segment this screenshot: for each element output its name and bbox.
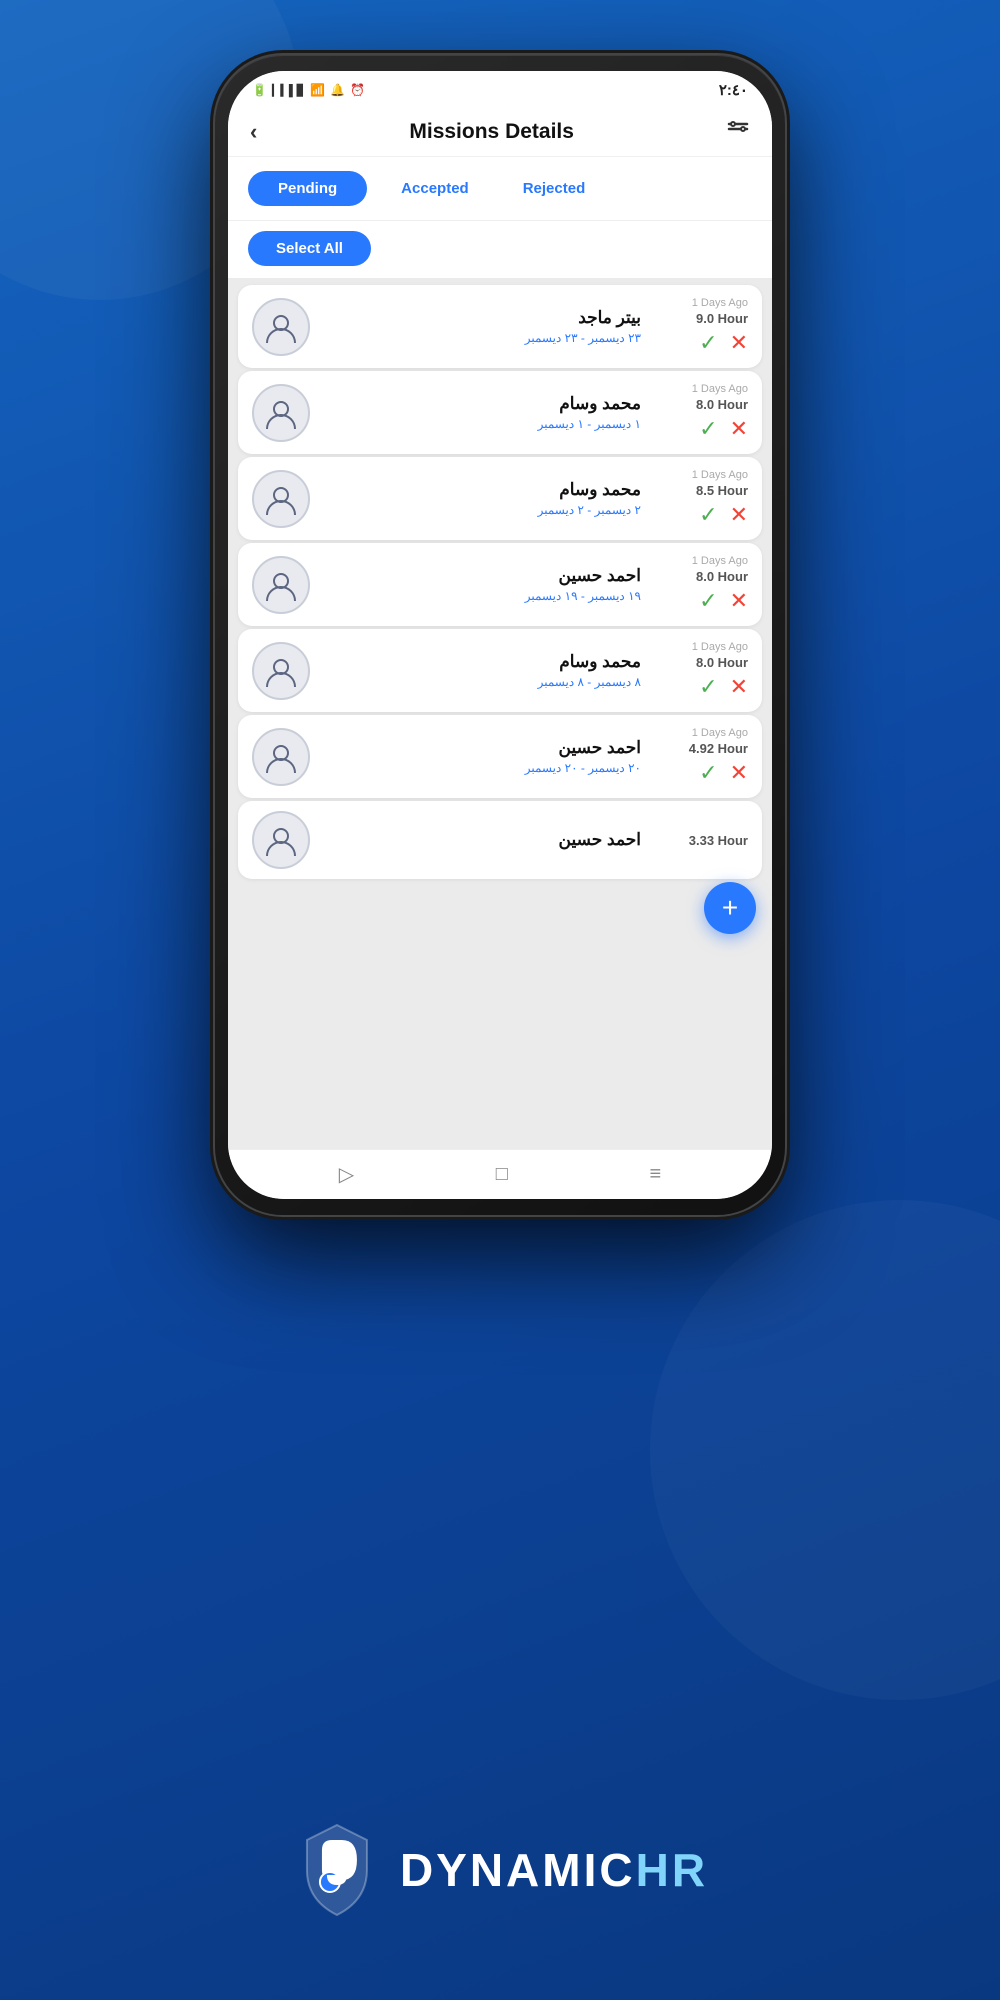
avatar [252,384,310,442]
nav-play-icon[interactable]: ▷ [339,1162,354,1187]
avatar [252,811,310,869]
item-name: محمد وسام [322,394,641,414]
item-date: ٢ ديسمبر - ٢ ديسمبر [322,503,641,517]
avatar [252,470,310,528]
item-info: محمد وسام ٨ ديسمبر - ٨ ديسمبر [322,652,641,689]
reject-button[interactable]: ✕ [730,760,748,786]
fab-button[interactable]: + [704,882,756,934]
accept-button[interactable]: ✓ [699,416,717,442]
accept-button[interactable]: ✓ [699,330,717,356]
tab-accepted[interactable]: Accepted [381,171,489,206]
status-icons: 🔋 ▎▍▌▊ 📶 🔔 ⏰ [252,83,365,97]
tabs-row: Pending Accepted Rejected [228,157,772,221]
list-item: محمد وسام ٨ ديسمبر - ٨ ديسمبر 1 Days Ago… [238,629,762,712]
back-button[interactable]: ‹ [250,119,257,145]
item-hours: 8.0 Hour [696,569,748,584]
item-meta: 1 Days Ago 8.0 Hour ✓ ✕ [653,555,748,614]
tab-rejected[interactable]: Rejected [503,171,606,206]
item-hours: 3.33 Hour [689,833,748,848]
list-item: احمد حسين 3.33 Hour [238,801,762,879]
status-time: ٢:٤٠ [719,81,748,99]
item-meta: 1 Days Ago 8.0 Hour ✓ ✕ [653,641,748,700]
app-header: ‹ Missions Details [228,105,772,157]
item-actions: ✓ ✕ [699,760,748,786]
item-meta: 1 Days Ago 8.0 Hour ✓ ✕ [653,383,748,442]
reject-button[interactable]: ✕ [730,502,748,528]
item-name: احمد حسين [322,830,641,850]
item-time-ago: 1 Days Ago [692,297,748,309]
filter-button[interactable] [726,117,750,146]
reject-button[interactable]: ✕ [730,588,748,614]
avatar [252,556,310,614]
nav-menu-icon[interactable]: ≡ [650,1163,662,1186]
bottom-nav: ▷ □ ≡ [228,1149,772,1199]
item-actions: ✓ ✕ [699,330,748,356]
status-bar: 🔋 ▎▍▌▊ 📶 🔔 ⏰ ٢:٤٠ [228,71,772,105]
item-meta: 1 Days Ago 8.5 Hour ✓ ✕ [653,469,748,528]
reject-button[interactable]: ✕ [730,416,748,442]
list-item: محمد وسام ١ ديسمبر - ١ ديسمبر 1 Days Ago… [238,371,762,454]
item-time-ago: 1 Days Ago [692,383,748,395]
item-actions: ✓ ✕ [699,674,748,700]
select-all-row: Select All [228,221,772,278]
list-item: احمد حسين ١٩ ديسمبر - ١٩ ديسمبر 1 Days A… [238,543,762,626]
item-hours: 4.92 Hour [689,741,748,756]
item-info: احمد حسين ١٩ ديسمبر - ١٩ ديسمبر [322,566,641,603]
reject-button[interactable]: ✕ [730,674,748,700]
tab-pending[interactable]: Pending [248,171,367,206]
avatar [252,298,310,356]
item-meta: 3.33 Hour [653,833,748,848]
alarm-icon: ⏰ [350,83,365,97]
nav-home-icon[interactable]: □ [496,1163,508,1186]
select-all-button[interactable]: Select All [248,231,371,266]
accept-button[interactable]: ✓ [699,502,717,528]
item-date: ٢٠ ديسمبر - ٢٠ ديسمبر [322,761,641,775]
item-info: محمد وسام ١ ديسمبر - ١ ديسمبر [322,394,641,431]
item-date: ٢٣ ديسمبر - ٢٣ ديسمبر [322,331,641,345]
list-item: احمد حسين ٢٠ ديسمبر - ٢٠ ديسمبر 1 Days A… [238,715,762,798]
list-item: بيتر ماجد ٢٣ ديسمبر - ٢٣ ديسمبر 1 Days A… [238,285,762,368]
page-title: Missions Details [409,120,574,144]
item-meta: 1 Days Ago 4.92 Hour ✓ ✕ [653,727,748,786]
missions-list: بيتر ماجد ٢٣ ديسمبر - ٢٣ ديسمبر 1 Days A… [228,278,772,1149]
accept-button[interactable]: ✓ [699,588,717,614]
avatar [252,728,310,786]
list-item: محمد وسام ٢ ديسمبر - ٢ ديسمبر 1 Days Ago… [238,457,762,540]
accept-button[interactable]: ✓ [699,674,717,700]
item-name: احمد حسين [322,738,641,758]
item-actions: ✓ ✕ [699,502,748,528]
item-hours: 8.0 Hour [696,397,748,412]
item-hours: 8.5 Hour [696,483,748,498]
item-info: محمد وسام ٢ ديسمبر - ٢ ديسمبر [322,480,641,517]
accept-button[interactable]: ✓ [699,760,717,786]
item-info: بيتر ماجد ٢٣ ديسمبر - ٢٣ ديسمبر [322,308,641,345]
logo-icon [292,1820,382,1920]
item-info: احمد حسين ٢٠ ديسمبر - ٢٠ ديسمبر [322,738,641,775]
battery-icon: 🔋 [252,83,267,97]
item-hours: 9.0 Hour [696,311,748,326]
notification-icon: 🔔 [330,83,345,97]
signal-icon: ▎▍▌▊ [272,84,305,97]
item-actions: ✓ ✕ [699,588,748,614]
item-name: احمد حسين [322,566,641,586]
item-meta: 1 Days Ago 9.0 Hour ✓ ✕ [653,297,748,356]
item-name: محمد وسام [322,652,641,672]
item-date: ١ ديسمبر - ١ ديسمبر [322,417,641,431]
item-actions: ✓ ✕ [699,416,748,442]
item-hours: 8.0 Hour [696,655,748,670]
item-name: بيتر ماجد [322,308,641,328]
avatar [252,642,310,700]
item-info: احمد حسين [322,830,641,850]
item-time-ago: 1 Days Ago [692,469,748,481]
item-name: محمد وسام [322,480,641,500]
item-date: ٨ ديسمبر - ٨ ديسمبر [322,675,641,689]
item-time-ago: 1 Days Ago [692,641,748,653]
item-time-ago: 1 Days Ago [692,555,748,567]
item-date: ١٩ ديسمبر - ١٩ ديسمبر [322,589,641,603]
logo-text: DYNAMICHR [400,1843,708,1897]
reject-button[interactable]: ✕ [730,330,748,356]
item-time-ago: 1 Days Ago [692,727,748,739]
wifi-icon: 📶 [310,83,325,97]
logo-section: DYNAMICHR [292,1820,708,1920]
